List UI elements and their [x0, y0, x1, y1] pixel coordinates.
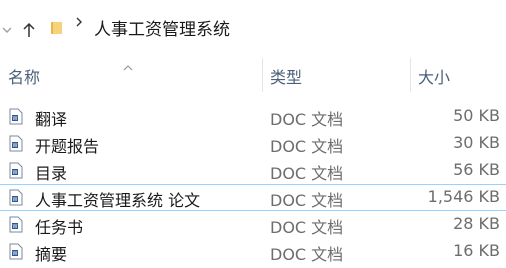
folder-icon: [50, 20, 64, 34]
column-header-type[interactable]: 类型: [270, 64, 302, 88]
file-type: DOC 文档: [270, 218, 344, 237]
chevron-right-icon[interactable]: [75, 16, 83, 32]
svg-text:W: W: [13, 197, 18, 203]
file-name: 翻译: [35, 110, 68, 129]
file-name: 目录: [35, 164, 68, 183]
file-name: 开题报告: [35, 137, 100, 156]
sort-ascending-icon: [123, 56, 133, 71]
chevron-down-icon[interactable]: [0, 20, 16, 40]
arrow-up-icon[interactable]: [20, 20, 38, 40]
svg-text:W: W: [13, 116, 18, 122]
file-size: 50 KB: [453, 106, 500, 125]
word-doc-icon: W: [9, 108, 23, 125]
file-size: 28 KB: [453, 214, 500, 233]
file-type: DOC 文档: [270, 137, 344, 156]
column-divider[interactable]: [410, 58, 411, 92]
word-doc-icon: W: [9, 216, 23, 233]
file-explorer-window: 人事工资管理系统 名称 类型 大小 W 翻译 DOC 文档 50 KB W 开题…: [0, 0, 506, 268]
file-row[interactable]: W 目录 DOC 文档 56 KB: [0, 157, 506, 184]
file-name: 摘要: [35, 245, 68, 264]
file-size: 16 KB: [453, 241, 500, 260]
word-doc-icon: W: [9, 135, 23, 152]
breadcrumb[interactable]: 人事工资管理系统: [44, 7, 504, 47]
file-name: 任务书: [35, 218, 84, 237]
address-bar: 人事工资管理系统: [0, 0, 506, 55]
word-doc-icon: W: [9, 243, 23, 260]
file-size: 56 KB: [453, 160, 500, 179]
file-size: 1,546 KB: [427, 187, 500, 206]
column-divider[interactable]: [262, 58, 263, 92]
file-row[interactable]: W 翻译 DOC 文档 50 KB: [0, 103, 506, 130]
file-size: 30 KB: [453, 133, 500, 152]
file-type: DOC 文档: [270, 110, 344, 129]
file-row-highlighted[interactable]: W 人事工资管理系统 论文 DOC 文档 1,546 KB: [0, 184, 506, 211]
svg-text:W: W: [13, 251, 18, 257]
word-doc-icon: W: [9, 162, 23, 179]
file-name: 人事工资管理系统 论文: [35, 191, 201, 210]
svg-text:W: W: [13, 224, 18, 230]
file-type: DOC 文档: [270, 164, 344, 183]
file-type: DOC 文档: [270, 245, 344, 264]
svg-text:W: W: [13, 170, 18, 176]
column-header-name[interactable]: 名称: [8, 64, 40, 88]
file-row[interactable]: W 任务书 DOC 文档 28 KB: [0, 211, 506, 238]
svg-text:W: W: [13, 143, 18, 149]
column-header-size[interactable]: 大小: [418, 64, 450, 88]
word-doc-icon: W: [9, 189, 23, 206]
file-list: W 翻译 DOC 文档 50 KB W 开题报告 DOC 文档 30 KB W …: [0, 103, 506, 265]
file-row[interactable]: W 摘要 DOC 文档 16 KB: [0, 238, 506, 265]
file-row[interactable]: W 开题报告 DOC 文档 30 KB: [0, 130, 506, 157]
breadcrumb-folder-label[interactable]: 人事工资管理系统: [94, 15, 230, 40]
file-type: DOC 文档: [270, 191, 344, 210]
